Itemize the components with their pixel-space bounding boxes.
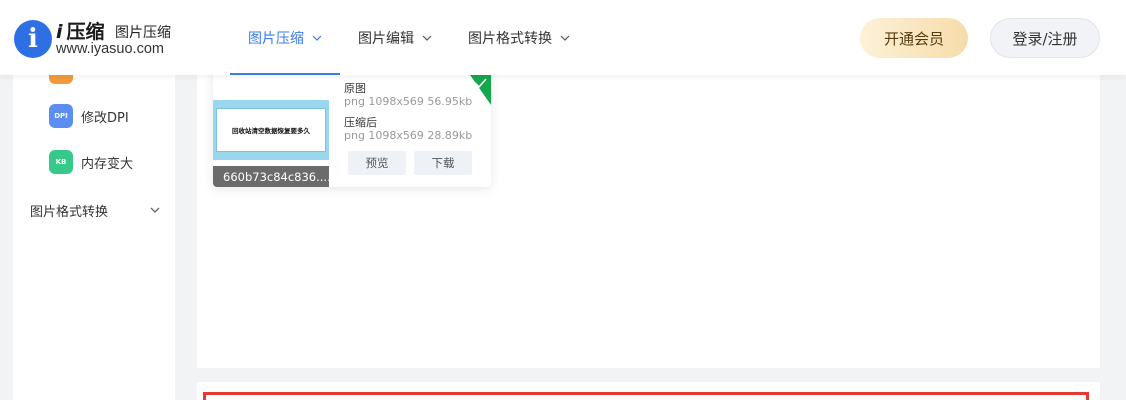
logo-name: i 压缩 — [56, 21, 105, 43]
download-button[interactable]: 下载 — [414, 151, 472, 175]
panel-gap — [197, 368, 1100, 382]
kb-icon: KB — [49, 150, 73, 174]
chevron-down-icon — [312, 35, 322, 41]
file-name: 660b73c84c836.... — [213, 166, 331, 187]
nav-image-edit[interactable]: 图片编辑 — [340, 0, 450, 75]
image-thumbnail[interactable]: 回收站清空数据恢复要多久 — [213, 100, 329, 160]
thumbnail-text: 回收站清空数据恢复要多久 — [232, 127, 310, 135]
sidebar-item-kb[interactable]: KB 内存变大 — [49, 148, 133, 176]
original-label: 原图 — [344, 82, 366, 95]
nav-image-compress[interactable]: 图片压缩 — [230, 0, 340, 75]
chevron-down-icon — [422, 35, 432, 41]
nav-format-convert[interactable]: 图片格式转换 — [450, 0, 588, 75]
sidebar-group-format-convert[interactable]: 图片格式转换 — [30, 198, 160, 222]
logo-url: www.iyasuo.com — [56, 41, 164, 57]
top-header: i i 压缩 图片压缩 www.iyasuo.com 图片压缩 图片编辑 图片格式… — [0, 0, 1126, 75]
sidebar-group-label: 图片格式转换 — [30, 204, 109, 220]
logo-icon: i — [14, 20, 52, 58]
logo-subtitle: 图片压缩 — [115, 25, 171, 41]
highlight-frame — [203, 392, 1089, 400]
vip-button[interactable]: 开通会员 — [860, 18, 968, 58]
sidebar-item-dpi[interactable]: DPI 修改DPI — [49, 102, 129, 130]
compressed-meta: png 1098x569 28.89kb — [344, 129, 473, 142]
result-card: 回收站清空数据恢复要多久 660b73c84c836.... 原图 png 10… — [213, 62, 491, 187]
preview-button[interactable]: 预览 — [348, 151, 406, 175]
result-panel — [197, 382, 1100, 400]
dpi-icon: DPI — [49, 104, 73, 128]
original-meta: png 1098x569 56.95kb — [344, 95, 473, 108]
main-nav: 图片压缩 图片编辑 图片格式转换 — [230, 0, 588, 75]
chevron-down-icon — [560, 35, 570, 41]
sidebar-item-label: 内存变大 — [81, 156, 134, 172]
login-register-button[interactable]: 登录/注册 — [990, 18, 1100, 58]
thumbnail-frame: 回收站清空数据恢复要多久 — [216, 108, 326, 152]
chevron-down-icon — [150, 207, 160, 213]
compressed-label: 压缩后 — [344, 116, 377, 129]
sidebar-item-label: 修改DPI — [81, 110, 129, 126]
